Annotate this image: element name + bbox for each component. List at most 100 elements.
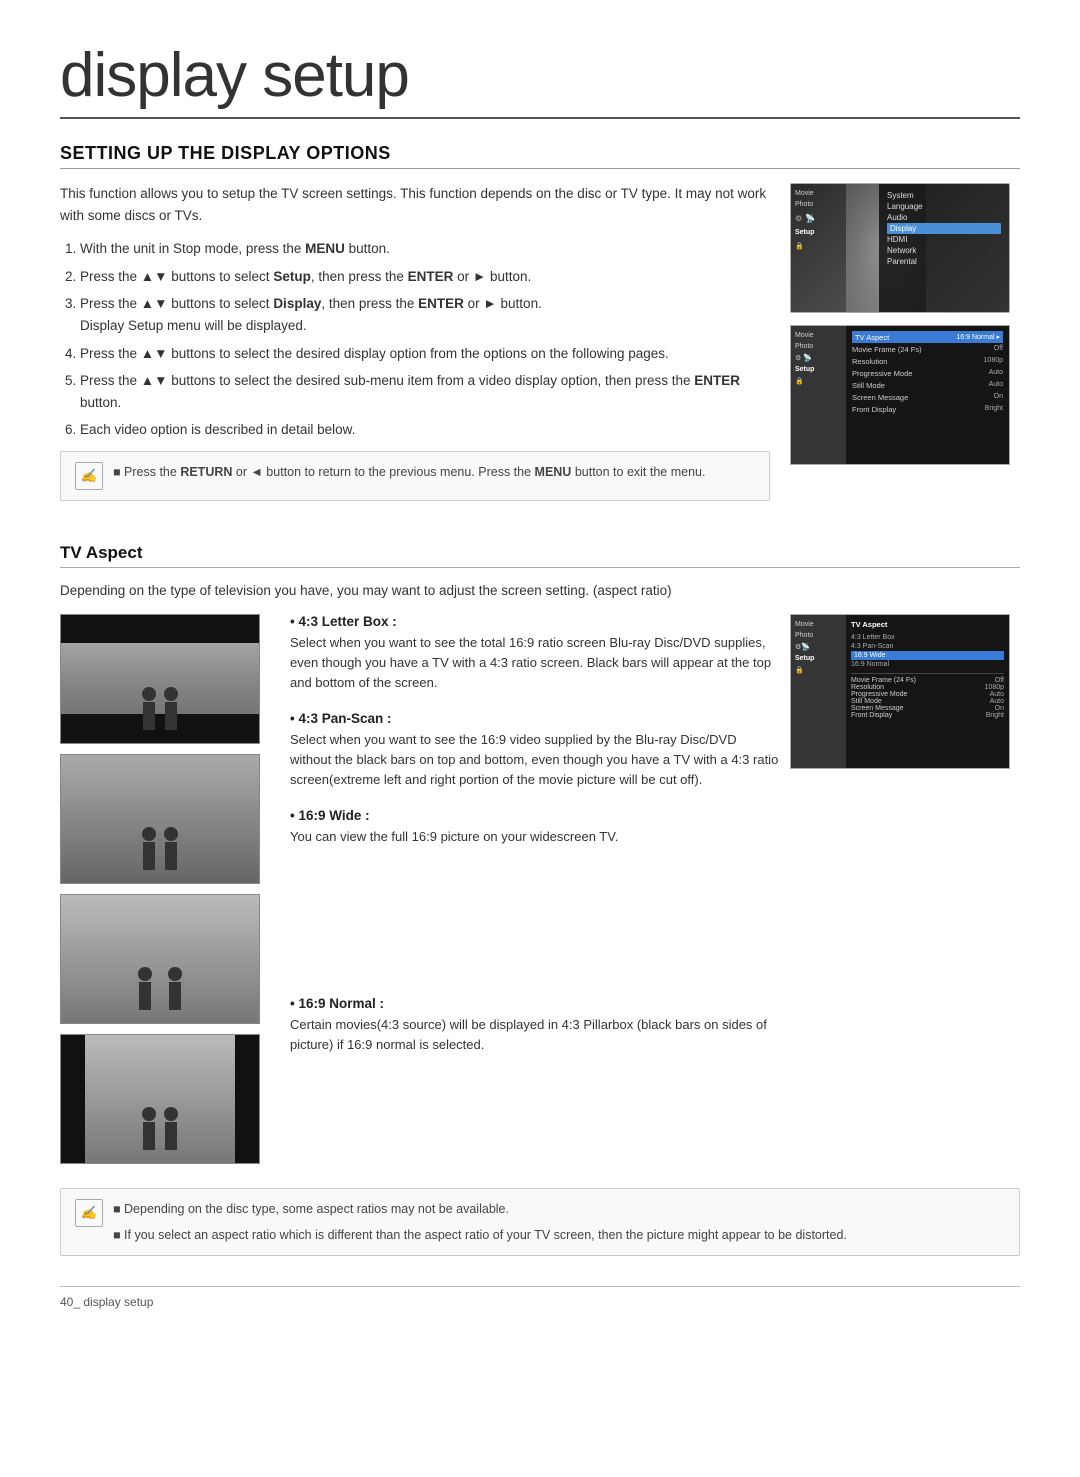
bold-enter-3: ENTER	[694, 373, 740, 388]
aspect-right-column: Movie Photo ⚙📡 Setup 🔒 TV Aspect 4:3 Let…	[790, 614, 1020, 1164]
menu3-lock: 🔒	[795, 664, 842, 676]
menu3-movieframe-row: Movie Frame (24 Fs)Off	[851, 677, 1004, 684]
menu2-screenmsg: Screen MessageOn	[852, 391, 1003, 403]
menu3-progressive-row: Progressive ModeAuto	[851, 691, 1004, 698]
step-6: Each video option is described in detail…	[80, 419, 770, 441]
menu2-movie: Movie	[795, 330, 842, 341]
intro-text: This function allows you to setup the TV…	[60, 183, 770, 226]
menu-screenshot-3: Movie Photo ⚙📡 Setup 🔒 TV Aspect 4:3 Let…	[790, 614, 1010, 769]
aspect-item-panscan: • 4:3 Pan-Scan : Select when you want to…	[290, 711, 780, 790]
footer-text: 40_ display setup	[60, 1295, 153, 1309]
aspect-panscan-text: Select when you want to see the 16:9 vid…	[290, 730, 780, 790]
aspect-note-icon: ✍	[75, 1199, 103, 1227]
aspect-note-text-2: ■ If you select an aspect ratio which is…	[113, 1225, 847, 1245]
menu3-photo: Photo	[795, 630, 842, 641]
bold-menu: MENU	[305, 241, 345, 256]
menu3-opt3-wide: 16:9 Wide	[851, 651, 1004, 660]
figure-2b	[164, 827, 178, 870]
menu2-movieframe: Movie Frame (24 Fs)Off	[852, 343, 1003, 355]
menu2-icons: ⚙📡	[795, 352, 842, 364]
step-4: Press the ▲▼ buttons to select the desir…	[80, 343, 770, 365]
section-setup: SETTING UP THE DISPLAY OPTIONS This func…	[60, 143, 1020, 519]
menu2-tv-aspect: TV Aspect16:9 Normal ▸	[852, 331, 1003, 343]
figures-3	[138, 967, 182, 1010]
aspect-three-col: • 4:3 Letter Box : Select when you want …	[60, 614, 1020, 1164]
fig-head-4b	[164, 1107, 178, 1121]
scene-content-3	[61, 895, 259, 1023]
bold-enter-1: ENTER	[408, 269, 454, 284]
figures-1	[142, 687, 178, 730]
aspect-note-box: ✍ ■ Depending on the disc type, some asp…	[60, 1188, 1020, 1256]
fig-head-3a	[138, 967, 152, 981]
aspect-item-letterbox: • 4:3 Letter Box : Select when you want …	[290, 614, 780, 693]
aspect-item-normal: • 16:9 Normal : Certain movies(4:3 sourc…	[290, 996, 780, 1055]
figure-3a	[138, 967, 152, 1010]
menu3-right-panel: TV Aspect 4:3 Letter Box 4:3 Pan-Scan 16…	[846, 615, 1009, 768]
menu-left-movie: Movie	[795, 188, 842, 199]
thumbnail-panscan	[60, 754, 260, 884]
menu-row-audio: Audio	[887, 212, 1001, 223]
setup-note-box: ✍ ■ Press the RETURN or ◄ button to retu…	[60, 451, 770, 501]
fig-head-1a	[142, 687, 156, 701]
section-tv-aspect: TV Aspect Depending on the type of telev…	[60, 543, 1020, 1256]
menu3-setup-active: Setup	[795, 653, 842, 664]
menu-screenshots-column: Movie Photo ⚙📡 Setup 🔒 System Language A…	[790, 183, 1020, 519]
bold-enter-2: ENTER	[418, 296, 464, 311]
fig-body-3a	[139, 982, 151, 1010]
aspect-note-texts: ■ Depending on the disc type, some aspec…	[113, 1199, 847, 1245]
fig-head-3b	[168, 967, 182, 981]
menu-left-lock: 🔒	[795, 240, 842, 252]
figure-1b	[164, 687, 178, 730]
menu2-progressive: Progressive ModeAuto	[852, 367, 1003, 379]
menu3-movie: Movie	[795, 619, 842, 630]
menu3-opt4-normal: 16:9 Normal	[851, 660, 1004, 669]
menu3-resolution-row: Resolution1080p	[851, 684, 1004, 691]
step-2: Press the ▲▼ buttons to select Setup, th…	[80, 266, 770, 288]
instructions-column: This function allows you to setup the TV…	[60, 183, 770, 519]
menu-screenshot-inner-1: System Language Audio Display HDMI Netwo…	[879, 184, 1009, 312]
aspect-letterbox-title: • 4:3 Letter Box :	[290, 614, 780, 629]
menu-screenshot-1: Movie Photo ⚙📡 Setup 🔒 System Language A…	[790, 183, 1010, 313]
menu-left-photo: Photo	[795, 199, 842, 210]
menu2-left-panel: Movie Photo ⚙📡 Setup 🔒	[791, 326, 846, 464]
bold-setup: Setup	[273, 269, 311, 284]
step-3: Press the ▲▼ buttons to select Display, …	[80, 293, 770, 336]
scene-content-2	[61, 755, 259, 883]
scene-letterbox	[61, 615, 259, 743]
fig-body-1a	[143, 702, 155, 730]
fig-head-2a	[142, 827, 156, 841]
scene-panscan	[61, 755, 259, 883]
figure-2a	[142, 827, 156, 870]
menu2-frontdisplay: Front DisplayBright	[852, 403, 1003, 415]
menu-row-network: Network	[887, 245, 1001, 256]
note-icon: ✍	[75, 462, 103, 490]
menu2-resolution: Resolution1080p	[852, 355, 1003, 367]
menu3-title: TV Aspect	[851, 619, 1004, 631]
fig-body-2a	[143, 842, 155, 870]
aspect-panscan-title: • 4:3 Pan-Scan :	[290, 711, 780, 726]
aspect-note-text-1: ■ Depending on the disc type, some aspec…	[113, 1199, 847, 1219]
figure-4a	[142, 1107, 156, 1150]
aspect-descriptions-column: • 4:3 Letter Box : Select when you want …	[290, 614, 780, 1164]
menu-left-panel: Movie Photo ⚙📡 Setup 🔒	[791, 184, 846, 312]
menu2-lock: 🔒	[795, 375, 842, 387]
fig-head-4a	[142, 1107, 156, 1121]
fig-head-2b	[164, 827, 178, 841]
figures-2	[142, 827, 178, 870]
menu-row-system: System	[887, 190, 1001, 201]
menu3-stillmode-row: Still ModeAuto	[851, 698, 1004, 705]
menu2-stillmode: Still ModeAuto	[852, 379, 1003, 391]
fig-body-4a	[143, 1122, 155, 1150]
aspect-item-wide: • 16:9 Wide : You can view the full 16:9…	[290, 808, 780, 847]
page-title: display setup	[60, 40, 1020, 119]
thumbnail-wide	[60, 894, 260, 1024]
menu3-screenmsg-row: Screen MessageOn	[851, 705, 1004, 712]
figure-4b	[164, 1107, 178, 1150]
scene-wide	[61, 895, 259, 1023]
menu2-right-panel: TV Aspect16:9 Normal ▸ Movie Frame (24 F…	[846, 326, 1009, 464]
aspect-normal-text: Certain movies(4:3 source) will be displ…	[290, 1015, 780, 1055]
scene-content-1	[61, 615, 259, 743]
menu3-frontdisplay-row: Front DisplayBright	[851, 712, 1004, 719]
menu-row-parental: Parental	[887, 256, 1001, 267]
scene-content-4	[61, 1035, 259, 1163]
